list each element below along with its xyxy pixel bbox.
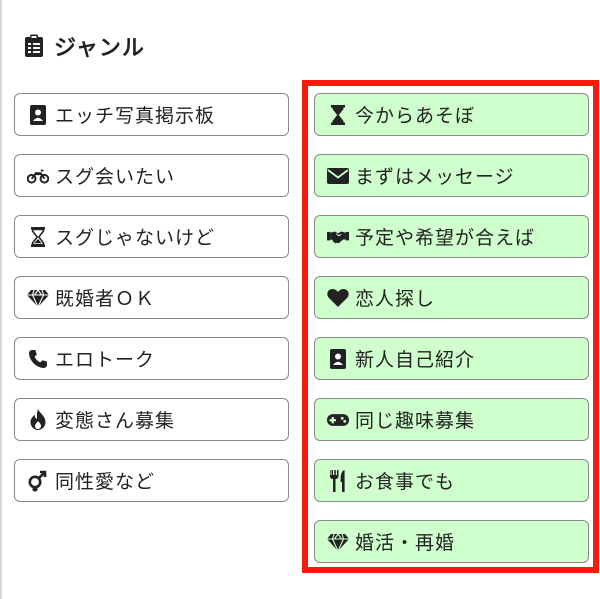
genre-label: スグ会いたい — [55, 166, 176, 188]
genre-label: エッチ写真掲示板 — [55, 105, 216, 127]
left-genre-list: エッチ写真掲示板 スグ会いたい スグじゃないけど 既婚者ＯＫ エロトーク 変態さ… — [14, 93, 289, 520]
genre-label: お食事でも — [355, 471, 456, 493]
genre-label: 婚活・再婚 — [355, 532, 456, 554]
page-title: ジャンル — [54, 36, 145, 61]
contact-card-icon — [27, 104, 49, 126]
hourglass-icon — [27, 226, 49, 248]
genre-button-o-shokuji-demo[interactable]: お食事でも — [314, 459, 589, 502]
genre-label: 恋人探し — [355, 288, 436, 310]
genre-button-hentai-boshu[interactable]: 変態さん募集 — [14, 398, 289, 441]
genre-label: スグじゃないけど — [55, 227, 216, 249]
fire-icon — [27, 409, 49, 431]
genre-label: 今からあそぼ — [355, 105, 476, 127]
genre-button-married-ok[interactable]: 既婚者ＯＫ — [14, 276, 289, 319]
genre-label: 既婚者ＯＫ — [55, 288, 156, 310]
genre-button-mazu-wa-message[interactable]: まずはメッセージ — [314, 154, 589, 197]
heart-icon — [327, 287, 349, 309]
genre-label: まずはメッセージ — [355, 166, 515, 188]
page-left-edge — [0, 0, 2, 599]
right-genre-list: 今からあそぼ まずはメッセージ 予定や希望が合えば 恋人探し 新人自己紹介 同じ… — [314, 93, 589, 581]
motorcycle-icon — [27, 165, 49, 187]
genre-label: 同じ趣味募集 — [355, 410, 476, 432]
genre-label: エロトーク — [55, 349, 156, 371]
gamepad-icon — [327, 409, 349, 431]
genre-button-shinjin-jiko-shoukai[interactable]: 新人自己紹介 — [314, 337, 589, 380]
phone-icon — [27, 348, 49, 370]
genre-button-konkatsu-saikon[interactable]: 婚活・再婚 — [314, 520, 589, 563]
hourglass-icon — [327, 104, 349, 126]
genre-button-ero-talk[interactable]: エロトーク — [14, 337, 289, 380]
genre-button-onaji-shumi-boshu[interactable]: 同じ趣味募集 — [314, 398, 589, 441]
genre-button-koibito-sagashi[interactable]: 恋人探し — [314, 276, 589, 319]
genre-button-sugu-aitai[interactable]: スグ会いたい — [14, 154, 289, 197]
diamond-icon — [27, 287, 49, 309]
genre-header: ジャンル — [24, 28, 145, 64]
diamond-icon — [327, 531, 349, 553]
utensils-icon — [327, 469, 349, 492]
genre-button-ecchi-photo-board[interactable]: エッチ写真掲示板 — [14, 93, 289, 136]
genre-button-douseiai-nado[interactable]: 同性愛など — [14, 459, 289, 502]
genre-button-ima-kara-asobo[interactable]: 今からあそぼ — [314, 93, 589, 136]
clipboard-icon — [24, 34, 44, 58]
envelope-icon — [327, 165, 349, 187]
contact-card-icon — [327, 348, 349, 370]
genre-label: 同性愛など — [55, 471, 156, 493]
gender-icon — [27, 470, 49, 492]
genre-button-yotei-ya-kibou[interactable]: 予定や希望が合えば — [314, 215, 589, 258]
genre-label: 変態さん募集 — [55, 410, 176, 432]
genre-label: 予定や希望が合えば — [355, 227, 536, 249]
handshake-icon — [327, 226, 349, 248]
genre-button-sugu-janai-kedo[interactable]: スグじゃないけど — [14, 215, 289, 258]
genre-label: 新人自己紹介 — [355, 349, 476, 371]
